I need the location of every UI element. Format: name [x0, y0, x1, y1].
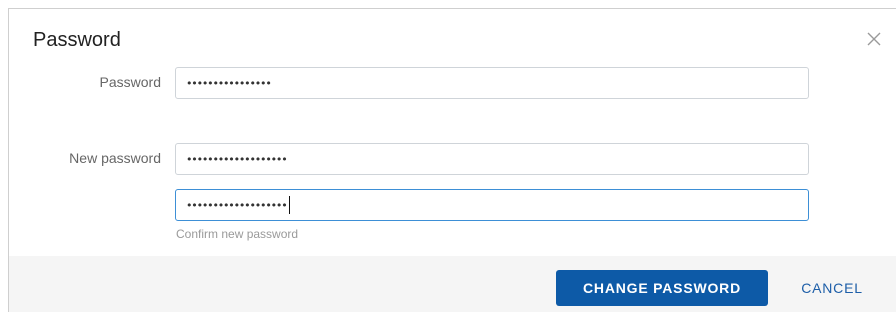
dialog-footer: CHANGE PASSWORD CANCEL	[9, 256, 896, 312]
text-caret	[289, 196, 291, 214]
close-icon[interactable]	[865, 30, 883, 48]
cancel-button[interactable]: CANCEL	[787, 270, 877, 306]
confirm-password-field[interactable]: •••••••••••••••••••	[175, 189, 809, 221]
password-label: Password	[99, 74, 161, 90]
new-password-field[interactable]: •••••••••••••••••••	[175, 143, 809, 175]
new-password-value: •••••••••••••••••••	[186, 152, 288, 166]
change-password-button[interactable]: CHANGE PASSWORD	[556, 270, 768, 306]
confirm-password-helper: Confirm new password	[176, 227, 299, 241]
current-password-field[interactable]: ••••••••••••••••	[175, 67, 809, 99]
dialog-title: Password	[33, 29, 121, 51]
current-password-value: ••••••••••••••••	[186, 76, 272, 90]
confirm-password-value: •••••••••••••••••••	[186, 198, 288, 212]
password-dialog: Password Password •••••••••••••••• New p…	[8, 8, 896, 312]
new-password-label: New password	[69, 150, 161, 166]
